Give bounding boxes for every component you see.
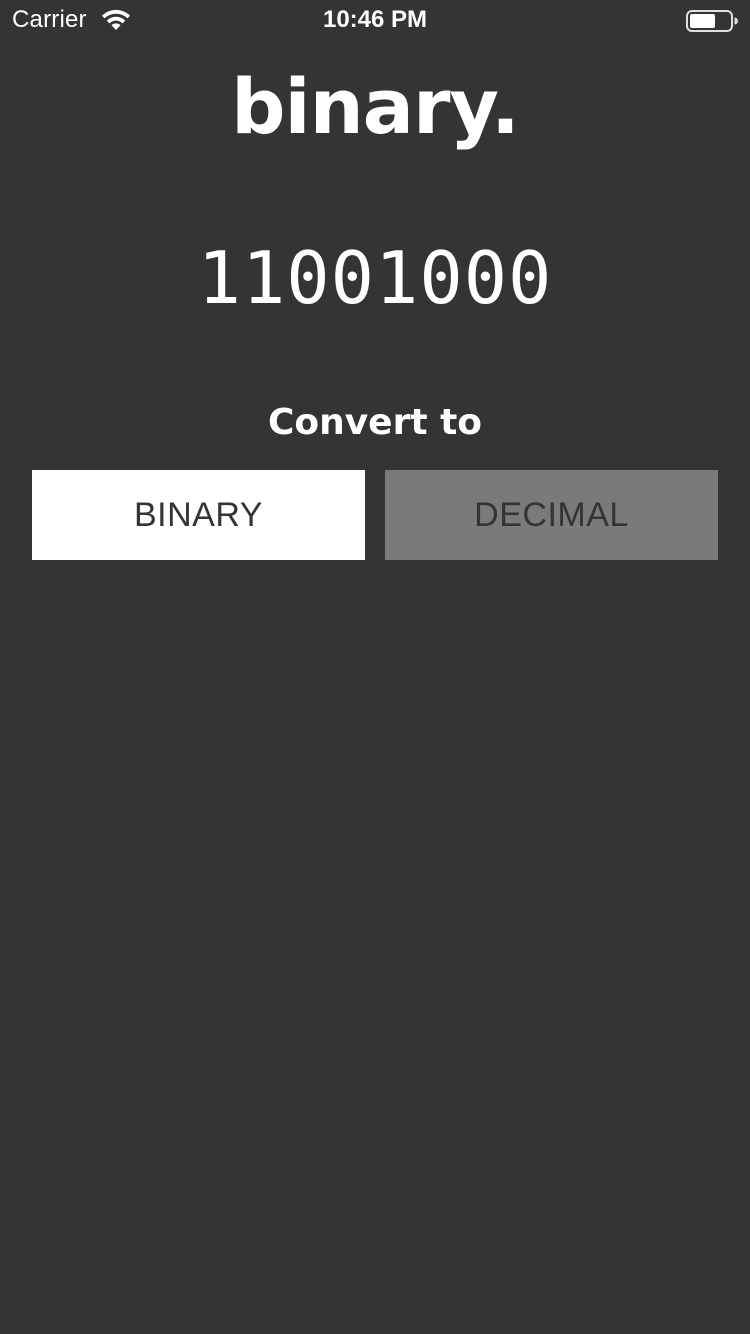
convert-to-label: Convert to <box>267 402 483 443</box>
battery-icon <box>686 10 738 32</box>
converted-value: 11001000 <box>197 236 553 320</box>
app-title: binary. <box>231 62 520 151</box>
decimal-button-label: DECIMAL <box>474 495 629 534</box>
status-bar: Carrier 10:46 PM <box>0 0 750 40</box>
binary-button[interactable]: BINARY <box>32 470 365 560</box>
binary-button-label: BINARY <box>134 495 263 534</box>
decimal-button[interactable]: DECIMAL <box>385 470 718 560</box>
status-time: 10:46 PM <box>322 6 428 33</box>
